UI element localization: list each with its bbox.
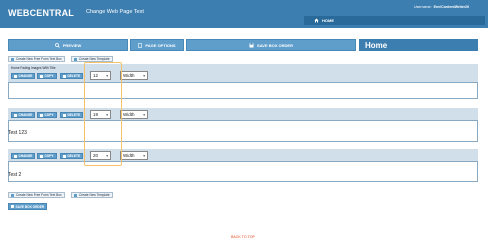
save-box-order-bottom-button[interactable]: SAVE BOX ORDER	[8, 203, 48, 210]
delete-button[interactable]: DELETE	[60, 73, 84, 79]
page-options-button[interactable]: PAGE OPTIONS	[130, 39, 184, 51]
pencil-icon	[14, 154, 17, 158]
create-free-form-label: Create New Free Form Text Box	[16, 193, 62, 197]
add-icon	[74, 193, 77, 197]
add-icon	[11, 57, 14, 61]
copy-label: COPY	[44, 113, 54, 117]
preview-label: PREVIEW	[62, 42, 82, 48]
trash-icon	[63, 154, 66, 158]
pencil-icon	[14, 113, 17, 117]
delete-label: DELETE	[67, 113, 81, 117]
copy-button[interactable]: COPY	[37, 112, 57, 118]
width-select[interactable]: Width ▾	[120, 71, 148, 80]
create-template-label: Create New Template	[79, 57, 110, 61]
delete-button[interactable]: DELETE	[60, 153, 84, 159]
add-icon	[74, 57, 77, 61]
change-label: CHANGE	[18, 113, 33, 117]
width-value: Width	[123, 73, 135, 78]
pencil-icon	[14, 74, 17, 78]
save-icon	[249, 43, 254, 47]
page-options-label: PAGE OPTIONS	[145, 42, 176, 48]
change-label: CHANGE	[18, 74, 33, 78]
copy-icon	[40, 154, 43, 158]
content-box-text: Test 2	[8, 172, 22, 178]
copy-icon	[40, 113, 43, 117]
delete-label: DELETE	[67, 74, 81, 78]
content-box-title: Home Fading Images With Title	[11, 66, 56, 70]
home-icon	[314, 18, 319, 23]
copy-label: COPY	[44, 74, 54, 78]
create-free-form-link[interactable]: Create New Free Form Text Box	[8, 192, 65, 198]
copy-button[interactable]: COPY	[37, 153, 57, 159]
content-box-text: Test 123	[8, 130, 27, 136]
create-template-label: Create New Template	[79, 193, 110, 197]
save-box-order-label: SAVE BOX ORDER	[257, 42, 293, 48]
change-button[interactable]: CHANGE	[11, 153, 36, 159]
nav-home-label: HOME	[322, 18, 334, 23]
copy-button[interactable]: COPY	[37, 73, 57, 79]
delete-button[interactable]: DELETE	[60, 112, 84, 118]
page-icon	[138, 42, 143, 48]
copy-icon	[40, 74, 43, 78]
width-select[interactable]: Width ▾	[120, 110, 148, 119]
site-logo: WEBCENTRAL	[8, 8, 74, 18]
back-to-top-link[interactable]: BACK TO TOP	[231, 235, 255, 239]
search-icon	[54, 42, 60, 48]
focus-highlight	[84, 62, 122, 166]
create-free-form-label: Create New Free Form Text Box	[16, 57, 62, 61]
user-info: Username: Env\ContentWriter20	[414, 5, 469, 9]
change-button[interactable]: CHANGE	[11, 73, 36, 79]
create-free-form-link[interactable]: Create New Free Form Text Box	[8, 56, 65, 62]
save-icon	[11, 205, 14, 208]
save-box-order-bottom-label: SAVE BOX ORDER	[15, 204, 45, 209]
chevron-down-icon: ▾	[143, 73, 145, 78]
trash-icon	[63, 113, 66, 117]
width-select[interactable]: Width ▾	[120, 151, 148, 160]
chevron-down-icon: ▾	[143, 112, 145, 117]
nav-home-link[interactable]: HOME	[304, 16, 344, 25]
page-name-heading: Home	[359, 39, 478, 51]
preview-button[interactable]: PREVIEW	[8, 39, 128, 51]
trash-icon	[63, 74, 66, 78]
add-icon	[11, 193, 14, 197]
username-label: Username:	[414, 5, 432, 9]
delete-label: DELETE	[67, 154, 81, 158]
username-value: Env\ContentWriter20	[433, 5, 470, 9]
save-box-order-button[interactable]: SAVE BOX ORDER	[186, 39, 356, 51]
copy-label: COPY	[44, 154, 54, 158]
page-title: Change Web Page Text	[86, 9, 144, 15]
width-value: Width	[123, 153, 135, 158]
width-value: Width	[123, 112, 135, 117]
change-button[interactable]: CHANGE	[11, 112, 36, 118]
chevron-down-icon: ▾	[143, 153, 145, 158]
change-label: CHANGE	[18, 154, 33, 158]
create-template-link[interactable]: Create New Template	[71, 192, 113, 198]
